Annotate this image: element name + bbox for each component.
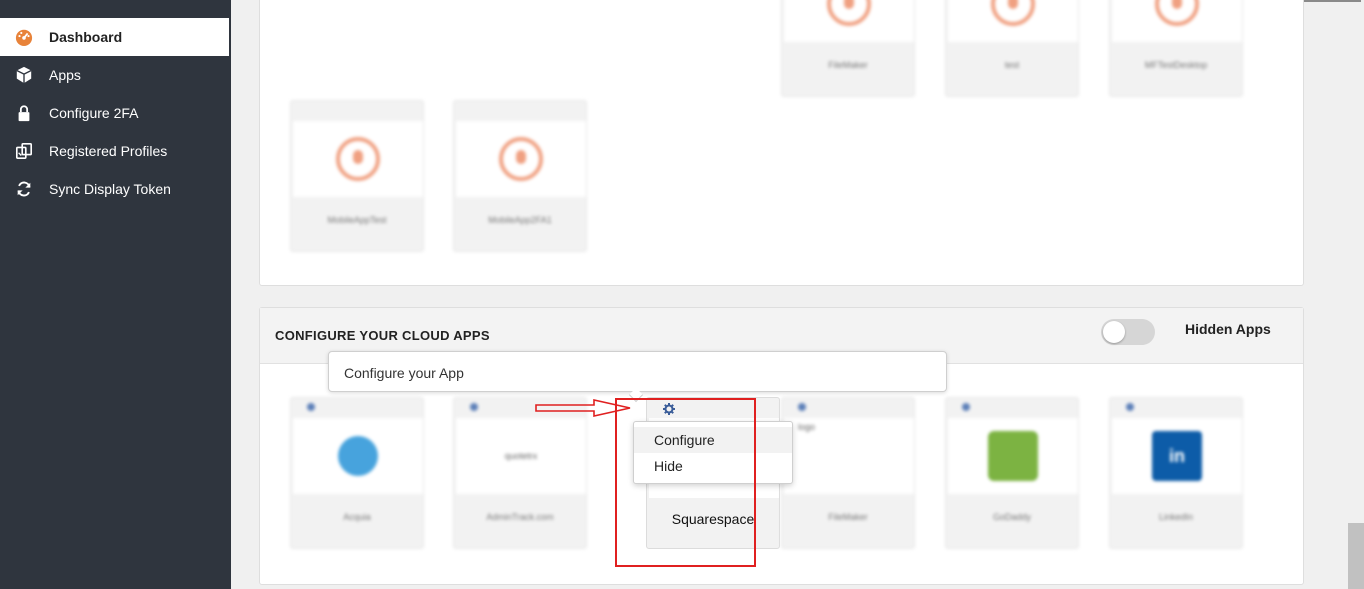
lock-icon xyxy=(14,103,34,123)
broken-image-icon: logo xyxy=(798,422,816,432)
app-tile-logo: quotetrx xyxy=(456,418,586,494)
dashboard-icon xyxy=(14,27,34,47)
gear-icon[interactable] xyxy=(663,402,675,415)
app-tile-logo xyxy=(293,121,423,197)
app-tile-linkedin[interactable]: in LinkedIn xyxy=(1109,397,1243,549)
app-tile-name: Squarespace xyxy=(671,511,755,527)
app-tile-name: LinkedIn xyxy=(1158,512,1194,522)
hidden-apps-label: Hidden Apps xyxy=(1185,321,1271,337)
sidebar-item-registered-profiles[interactable]: Registered Profiles xyxy=(0,132,231,170)
linkedin-logo-icon: in xyxy=(1152,431,1202,481)
sync-icon xyxy=(14,179,34,199)
app-tile[interactable]: FileMaker xyxy=(781,0,915,97)
sidebar: Dashboard Apps Configure 2FA Registered … xyxy=(0,0,231,589)
sidebar-item-apps[interactable]: Apps xyxy=(0,56,231,94)
annotation-arrow-icon xyxy=(535,399,631,417)
app-tile-name: AdminTrack.com xyxy=(486,512,554,522)
app-tile-logo xyxy=(948,0,1078,42)
app-tile[interactable]: test xyxy=(945,0,1079,97)
box-icon xyxy=(14,65,34,85)
app-tile-logo: logo xyxy=(784,418,914,494)
app-tile-name: MFTestDesktop xyxy=(1144,60,1208,70)
configure-tooltip: Configure your App xyxy=(328,351,947,403)
gear-icon[interactable] xyxy=(798,403,806,411)
app-tile-logo xyxy=(293,418,423,494)
hidden-apps-toggle[interactable] xyxy=(1101,319,1155,345)
app-tile-name: test xyxy=(1004,60,1020,70)
app-tile-name: Acquia xyxy=(343,512,371,522)
sidebar-item-dashboard[interactable]: Dashboard xyxy=(0,18,229,56)
app-tile-logo xyxy=(1112,0,1242,42)
app-tile-logo xyxy=(456,121,586,197)
menu-item-hide[interactable]: Hide xyxy=(634,453,792,479)
sidebar-item-configure-2fa[interactable]: Configure 2FA xyxy=(0,94,231,132)
app-tile-name: FileMaker xyxy=(828,512,868,522)
sidebar-item-sync-display-token[interactable]: Sync Display Token xyxy=(0,170,231,208)
scrollbar-thumb[interactable] xyxy=(1348,523,1364,589)
app-tile[interactable]: MobileApp2FA1 xyxy=(453,100,587,252)
toggle-knob xyxy=(1103,321,1125,343)
app-tile-logo: in xyxy=(1112,418,1242,494)
sidebar-item-label: Registered Profiles xyxy=(49,143,168,159)
menu-item-configure[interactable]: Configure xyxy=(634,427,792,453)
gear-icon[interactable] xyxy=(307,403,315,411)
app-tile-godaddy[interactable]: GoDaddy xyxy=(945,397,1079,549)
profiles-icon xyxy=(14,141,34,161)
app-tile-logo xyxy=(948,418,1078,494)
main-content: FileMaker test MFTestDesktop MobileAppTe… xyxy=(231,0,1364,589)
gear-icon[interactable] xyxy=(470,403,478,411)
sidebar-item-label: Configure 2FA xyxy=(49,105,139,121)
app-tile-name: GoDaddy xyxy=(992,512,1032,522)
tooltip-text: Configure your App xyxy=(344,365,464,381)
text-logo: quotetrx xyxy=(504,451,538,461)
app-options-menu: Configure Hide xyxy=(633,421,793,484)
app-tile-name: FileMaker xyxy=(828,60,868,70)
panel-title: CONFIGURE YOUR CLOUD APPS xyxy=(275,328,490,343)
app-tile-acquia[interactable]: Acquia xyxy=(290,397,424,549)
apps-panel: FileMaker test MFTestDesktop MobileAppTe… xyxy=(259,0,1304,286)
sidebar-item-label: Sync Display Token xyxy=(49,181,171,197)
gear-icon[interactable] xyxy=(1126,403,1134,411)
android-logo-icon xyxy=(988,431,1038,481)
gear-icon[interactable] xyxy=(962,403,970,411)
app-tile-name: MobileApp2FA1 xyxy=(488,215,552,225)
sidebar-item-label: Apps xyxy=(49,67,81,83)
drop-logo-icon xyxy=(338,436,378,476)
app-tile-filemaker[interactable]: logo FileMaker xyxy=(781,397,915,549)
sidebar-item-label: Dashboard xyxy=(49,29,123,45)
app-tile-name: MobileAppTest xyxy=(327,215,387,225)
app-tile-logo xyxy=(784,0,914,42)
app-tile[interactable]: MobileAppTest xyxy=(290,100,424,252)
app-tile[interactable]: MFTestDesktop xyxy=(1109,0,1243,97)
